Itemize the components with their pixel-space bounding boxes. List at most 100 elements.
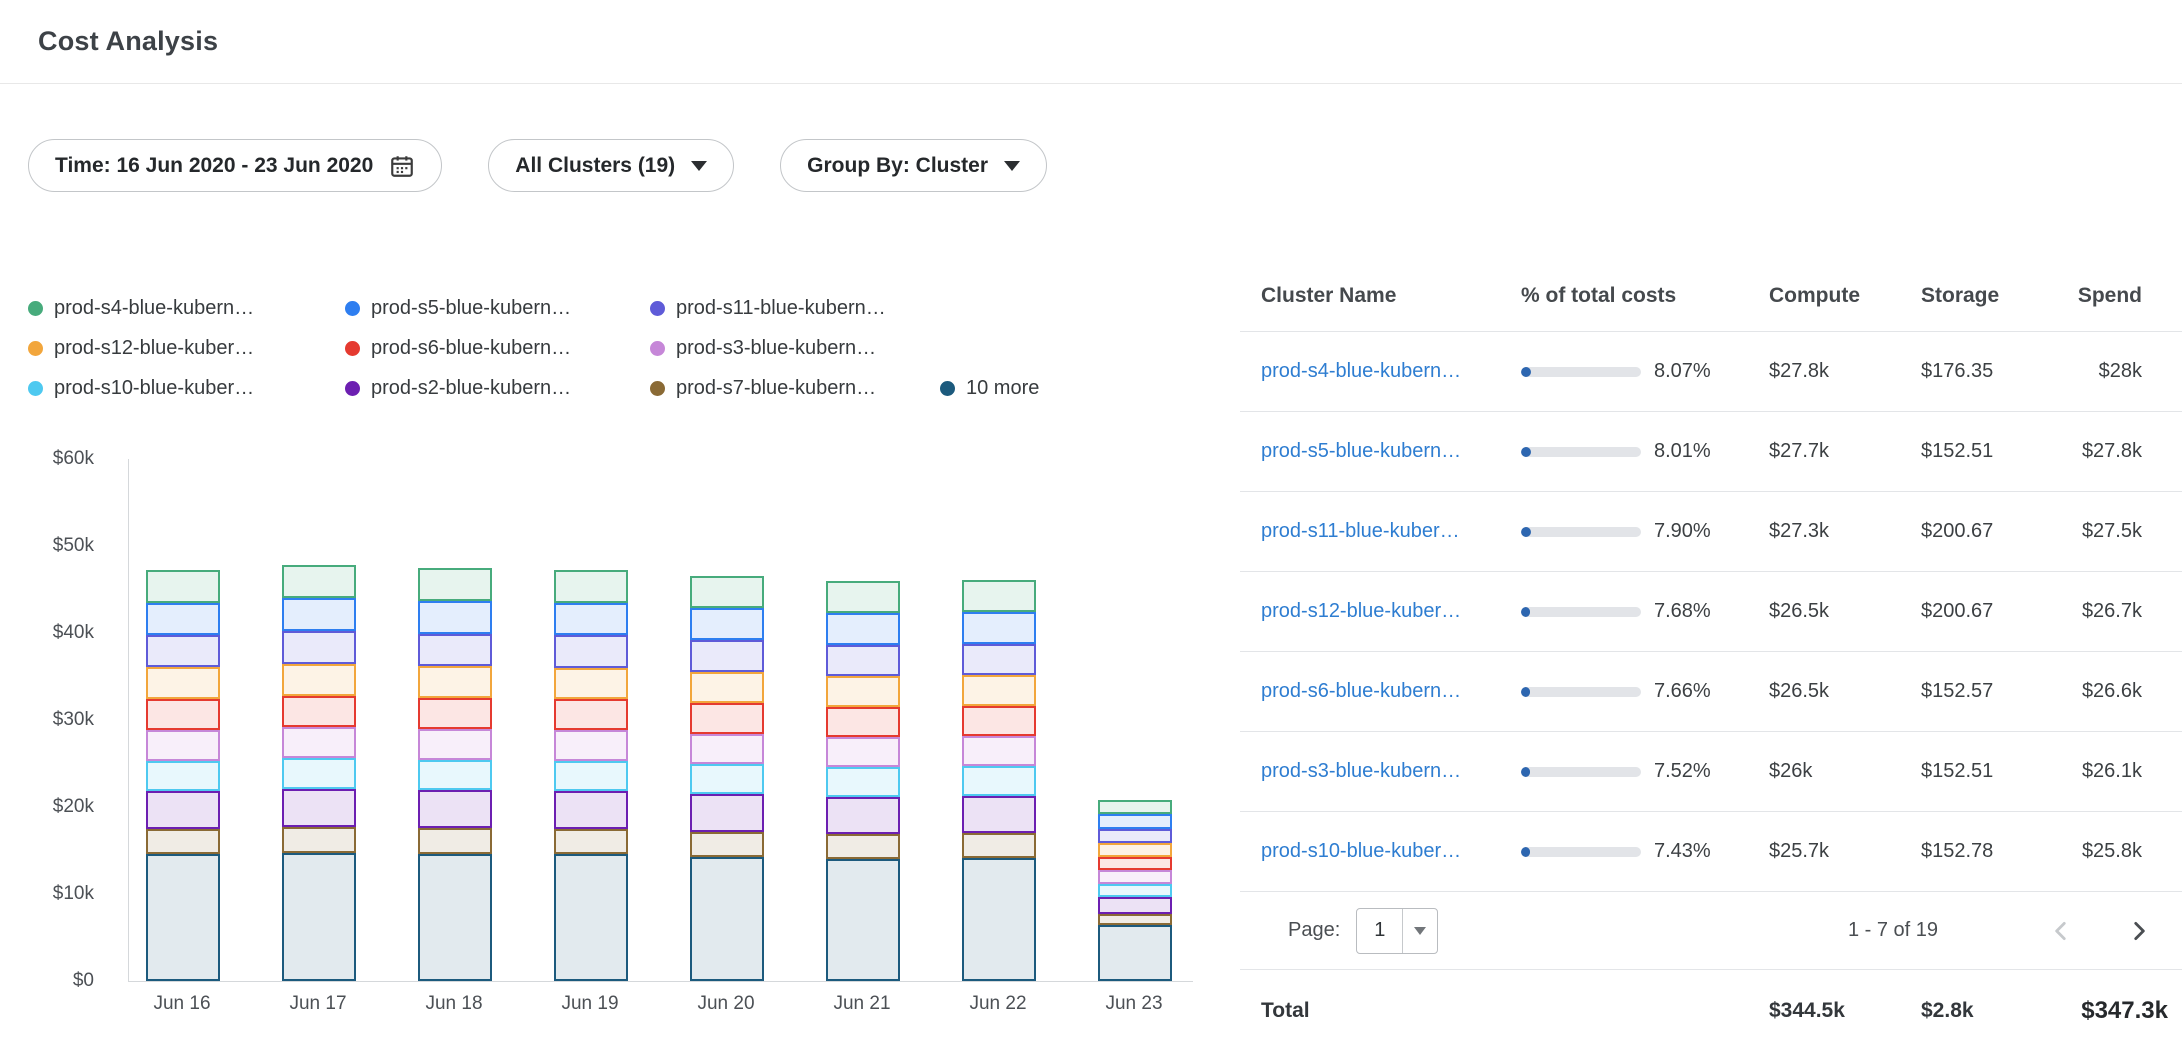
- bar-segment[interactable]: [282, 696, 356, 728]
- bar-segment[interactable]: [418, 634, 492, 666]
- stacked-bar[interactable]: [146, 570, 220, 981]
- time-range-filter[interactable]: Time: 16 Jun 2020 - 23 Jun 2020: [28, 139, 442, 192]
- legend-item[interactable]: 10 more: [940, 377, 1039, 400]
- bar-segment[interactable]: [554, 829, 628, 854]
- bar-segment[interactable]: [962, 833, 1036, 858]
- stacked-bar[interactable]: [282, 565, 356, 981]
- bar-segment[interactable]: [962, 766, 1036, 796]
- bar-segment[interactable]: [962, 644, 1036, 675]
- cluster-link[interactable]: prod-s10-blue-kuber…: [1261, 840, 1521, 863]
- bar-segment[interactable]: [1098, 857, 1172, 871]
- bar-segment[interactable]: [418, 729, 492, 760]
- bar-segment[interactable]: [690, 703, 764, 734]
- page-select[interactable]: 1: [1356, 908, 1438, 954]
- legend-item[interactable]: prod-s12-blue-kuber…: [28, 337, 345, 360]
- bar-segment[interactable]: [962, 796, 1036, 833]
- legend-item[interactable]: prod-s11-blue-kubern…: [650, 297, 940, 320]
- stacked-bar[interactable]: [826, 581, 900, 981]
- bar-segment[interactable]: [418, 601, 492, 634]
- bar-segment[interactable]: [1098, 814, 1172, 828]
- bar-segment[interactable]: [690, 576, 764, 608]
- bar-segment[interactable]: [554, 761, 628, 791]
- bar-segment[interactable]: [418, 760, 492, 790]
- bar-segment[interactable]: [282, 758, 356, 789]
- bar-segment[interactable]: [418, 698, 492, 729]
- bar-segment[interactable]: [962, 858, 1036, 981]
- bar-segment[interactable]: [554, 699, 628, 730]
- bar-segment[interactable]: [146, 699, 220, 730]
- bar-segment[interactable]: [1098, 843, 1172, 857]
- bar-segment[interactable]: [1098, 884, 1172, 897]
- bar-segment[interactable]: [826, 645, 900, 676]
- cluster-link[interactable]: prod-s12-blue-kuber…: [1261, 600, 1521, 623]
- bar-segment[interactable]: [146, 854, 220, 981]
- bar-segment[interactable]: [418, 666, 492, 698]
- bar-segment[interactable]: [282, 789, 356, 828]
- bar-segment[interactable]: [282, 664, 356, 696]
- cluster-link[interactable]: prod-s5-blue-kubern…: [1261, 440, 1521, 463]
- bar-segment[interactable]: [962, 736, 1036, 766]
- bar-segment[interactable]: [826, 676, 900, 706]
- bar-segment[interactable]: [554, 730, 628, 761]
- bar-segment[interactable]: [1098, 897, 1172, 914]
- bar-segment[interactable]: [554, 635, 628, 667]
- cluster-link[interactable]: prod-s4-blue-kubern…: [1261, 360, 1521, 383]
- bar-segment[interactable]: [282, 598, 356, 631]
- bar-segment[interactable]: [554, 668, 628, 699]
- bar-segment[interactable]: [418, 568, 492, 601]
- bar-segment[interactable]: [826, 834, 900, 859]
- bar-segment[interactable]: [282, 827, 356, 852]
- bar-segment[interactable]: [418, 828, 492, 853]
- bar-segment[interactable]: [690, 734, 764, 764]
- bar-segment[interactable]: [826, 581, 900, 613]
- bar-segment[interactable]: [962, 612, 1036, 644]
- cluster-link[interactable]: prod-s11-blue-kuber…: [1261, 520, 1521, 543]
- bar-segment[interactable]: [282, 565, 356, 599]
- legend-item[interactable]: prod-s10-blue-kuber…: [28, 377, 345, 400]
- bar-segment[interactable]: [146, 667, 220, 698]
- bar-segment[interactable]: [826, 767, 900, 797]
- bar-segment[interactable]: [146, 603, 220, 636]
- bar-segment[interactable]: [690, 672, 764, 703]
- bar-segment[interactable]: [1098, 914, 1172, 925]
- bar-segment[interactable]: [690, 640, 764, 672]
- bar-segment[interactable]: [146, 730, 220, 761]
- bar-segment[interactable]: [962, 675, 1036, 705]
- bar-segment[interactable]: [282, 727, 356, 758]
- bar-segment[interactable]: [826, 737, 900, 767]
- bar-segment[interactable]: [554, 603, 628, 636]
- group-by-filter[interactable]: Group By: Cluster: [780, 139, 1047, 192]
- stacked-bar[interactable]: [1098, 800, 1172, 981]
- bar-segment[interactable]: [826, 613, 900, 645]
- legend-item[interactable]: prod-s5-blue-kubern…: [345, 297, 650, 320]
- bar-segment[interactable]: [146, 829, 220, 854]
- stacked-bar[interactable]: [962, 580, 1036, 981]
- bar-segment[interactable]: [962, 580, 1036, 612]
- legend-item[interactable]: prod-s7-blue-kubern…: [650, 377, 940, 400]
- bar-segment[interactable]: [554, 791, 628, 829]
- bar-segment[interactable]: [826, 859, 900, 981]
- clusters-filter[interactable]: All Clusters (19): [488, 139, 734, 192]
- bar-segment[interactable]: [690, 608, 764, 640]
- bar-segment[interactable]: [1098, 870, 1172, 883]
- bar-segment[interactable]: [282, 631, 356, 664]
- bar-segment[interactable]: [146, 570, 220, 603]
- bar-segment[interactable]: [554, 854, 628, 981]
- bar-segment[interactable]: [282, 853, 356, 981]
- bar-segment[interactable]: [690, 764, 764, 794]
- legend-item[interactable]: prod-s4-blue-kubern…: [28, 297, 345, 320]
- bar-segment[interactable]: [418, 854, 492, 981]
- bar-segment[interactable]: [690, 832, 764, 857]
- cluster-link[interactable]: prod-s3-blue-kubern…: [1261, 760, 1521, 783]
- legend-item[interactable]: prod-s2-blue-kubern…: [345, 377, 650, 400]
- bar-segment[interactable]: [1098, 800, 1172, 814]
- bar-segment[interactable]: [962, 706, 1036, 736]
- stacked-bar[interactable]: [418, 568, 492, 981]
- legend-item[interactable]: prod-s6-blue-kubern…: [345, 337, 650, 360]
- bar-segment[interactable]: [826, 707, 900, 737]
- legend-item[interactable]: prod-s3-blue-kubern…: [650, 337, 940, 360]
- bar-segment[interactable]: [690, 794, 764, 832]
- bar-segment[interactable]: [826, 797, 900, 834]
- bar-segment[interactable]: [146, 761, 220, 791]
- stacked-bar[interactable]: [554, 570, 628, 981]
